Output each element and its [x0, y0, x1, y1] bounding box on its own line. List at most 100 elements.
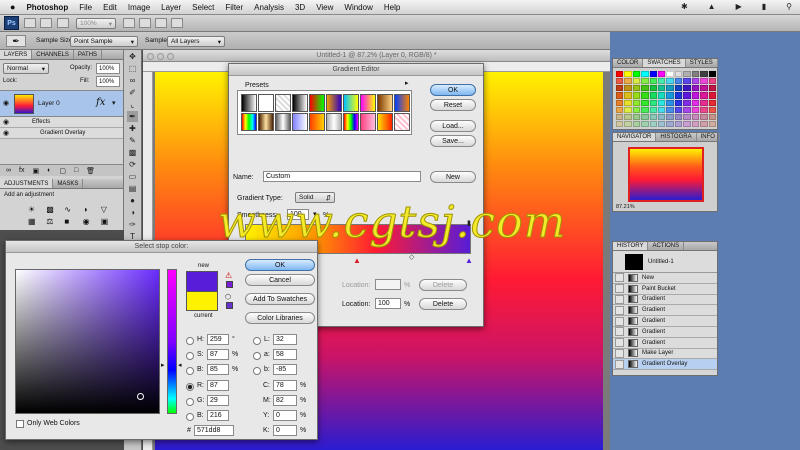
swatch[interactable] — [616, 78, 624, 85]
effects-row[interactable]: ◉ Effects — [0, 117, 123, 128]
swatch[interactable] — [616, 113, 624, 120]
battery-icon[interactable]: ▮ — [762, 2, 766, 11]
gradient-preset[interactable] — [394, 94, 410, 112]
gradient-preset[interactable] — [377, 113, 393, 131]
swatch[interactable] — [658, 120, 666, 127]
swatch[interactable] — [632, 85, 641, 92]
swatch[interactable] — [649, 113, 658, 120]
apple-icon[interactable]: ● — [10, 2, 15, 12]
exposure-icon[interactable]: ◑ — [83, 205, 100, 216]
color-field[interactable] — [15, 269, 160, 414]
eyedropper-tool-icon[interactable]: ✒ — [127, 111, 138, 122]
gradient-save-button[interactable]: Save... — [430, 135, 476, 147]
history-brush-source[interactable] — [615, 359, 624, 369]
swatch[interactable] — [674, 99, 683, 106]
swatch[interactable] — [683, 99, 691, 106]
menu-edit[interactable]: Edit — [103, 3, 117, 12]
blue-input[interactable]: 216 — [207, 410, 229, 421]
gradient-preset[interactable] — [241, 113, 257, 131]
swatch[interactable] — [700, 71, 708, 78]
swatch[interactable] — [683, 120, 691, 127]
menu-file[interactable]: File — [79, 3, 92, 12]
k-input[interactable]: 0 — [273, 425, 297, 436]
m-input[interactable]: 82 — [273, 395, 297, 406]
channel-mixer-icon[interactable]: ▣ — [101, 217, 118, 228]
tab-adjustments[interactable]: ADJUSTMENTS — [0, 179, 54, 188]
hue-slider-right-arrow[interactable]: ◂ — [178, 361, 182, 369]
menu-layer[interactable]: Layer — [161, 3, 181, 12]
swatch[interactable] — [649, 106, 658, 113]
swatch[interactable] — [641, 120, 649, 127]
swatch[interactable] — [658, 113, 666, 120]
history-item[interactable]: Gradient — [613, 305, 717, 317]
swatch[interactable] — [632, 92, 641, 99]
brightness-icon[interactable]: ☀ — [28, 205, 45, 216]
tab-swatches[interactable]: SWATCHES — [643, 59, 686, 67]
swatch[interactable] — [632, 113, 641, 120]
volume-icon[interactable]: ▶ — [736, 2, 742, 11]
l-input[interactable]: 32 — [273, 334, 297, 345]
swatch[interactable] — [624, 92, 632, 99]
s-radio[interactable] — [186, 352, 194, 360]
swatch[interactable] — [700, 120, 708, 127]
swatch[interactable] — [632, 71, 641, 78]
gradient-preset[interactable] — [360, 113, 376, 131]
swatch[interactable] — [708, 92, 716, 99]
swatch[interactable] — [624, 78, 632, 85]
swatch[interactable] — [691, 71, 700, 78]
swatch[interactable] — [616, 92, 624, 99]
swatch[interactable] — [641, 71, 649, 78]
new-layer-icon[interactable]: □ — [74, 167, 78, 174]
gradient-overlay-effect-row[interactable]: ◉ Gradient Overlay — [0, 128, 123, 139]
healing-tool-icon[interactable]: ✚ — [127, 123, 138, 134]
eyedropper-tool-preset-icon[interactable]: ✒ — [6, 35, 26, 47]
swatch[interactable] — [674, 120, 683, 127]
marquee-tool-icon[interactable]: ⬚ — [127, 63, 138, 74]
color-libraries-button[interactable]: Color Libraries — [245, 312, 315, 324]
tab-paths[interactable]: PATHS — [74, 50, 103, 59]
trash-icon[interactable]: 🗑 — [86, 167, 95, 175]
tab-styles[interactable]: STYLES — [686, 59, 718, 67]
launch-bridge-icon[interactable] — [24, 18, 36, 28]
swatch[interactable] — [700, 106, 708, 113]
swatch[interactable] — [674, 92, 683, 99]
swatch[interactable] — [649, 120, 658, 127]
swatch[interactable] — [624, 106, 632, 113]
color-stop-icon[interactable]: ▲ — [353, 256, 361, 265]
swatch[interactable] — [666, 78, 674, 85]
gradient-name-input[interactable]: Custom — [263, 171, 421, 182]
gradient-preset[interactable] — [258, 113, 274, 131]
adjustment-layer-icon[interactable]: ◐ — [47, 167, 51, 174]
hue-icon[interactable]: ▦ — [28, 217, 45, 228]
history-brush-tool-icon[interactable]: ⟳ — [127, 159, 138, 170]
menu-image[interactable]: Image — [128, 3, 150, 12]
swatch[interactable] — [658, 78, 666, 85]
swatch[interactable] — [641, 99, 649, 106]
tab-navigator[interactable]: NAVIGATOR — [613, 133, 657, 141]
gradient-preset[interactable] — [326, 94, 342, 112]
swatch[interactable] — [641, 92, 649, 99]
clone-stamp-tool-icon[interactable]: ▩ — [127, 147, 138, 158]
swatch[interactable] — [674, 71, 683, 78]
opacity-field[interactable]: 100% — [96, 63, 120, 74]
opacity-delete-button[interactable]: Delete — [419, 279, 467, 291]
swatch[interactable] — [616, 106, 624, 113]
swatch[interactable] — [666, 85, 674, 92]
swatch[interactable] — [708, 120, 716, 127]
spotlight-icon[interactable]: ⚲ — [786, 2, 792, 11]
fill-field[interactable]: 100% — [96, 76, 120, 87]
swatch[interactable] — [691, 120, 700, 127]
swatch[interactable] — [708, 78, 716, 85]
navigator-preview[interactable] — [628, 147, 704, 202]
menu-filter[interactable]: Filter — [225, 3, 243, 12]
history-brush-source[interactable] — [615, 348, 624, 358]
swatch[interactable] — [624, 120, 632, 127]
screen-mode-icon[interactable] — [171, 18, 183, 28]
b-input[interactable]: 85 — [207, 364, 229, 375]
swatch[interactable] — [691, 113, 700, 120]
tab-history[interactable]: HISTORY — [613, 242, 649, 250]
history-item[interactable]: Paint Bucket — [613, 283, 717, 295]
eye-icon[interactable]: ◉ — [3, 129, 9, 137]
blue-radio[interactable] — [186, 413, 194, 421]
history-brush-source[interactable] — [615, 284, 624, 294]
